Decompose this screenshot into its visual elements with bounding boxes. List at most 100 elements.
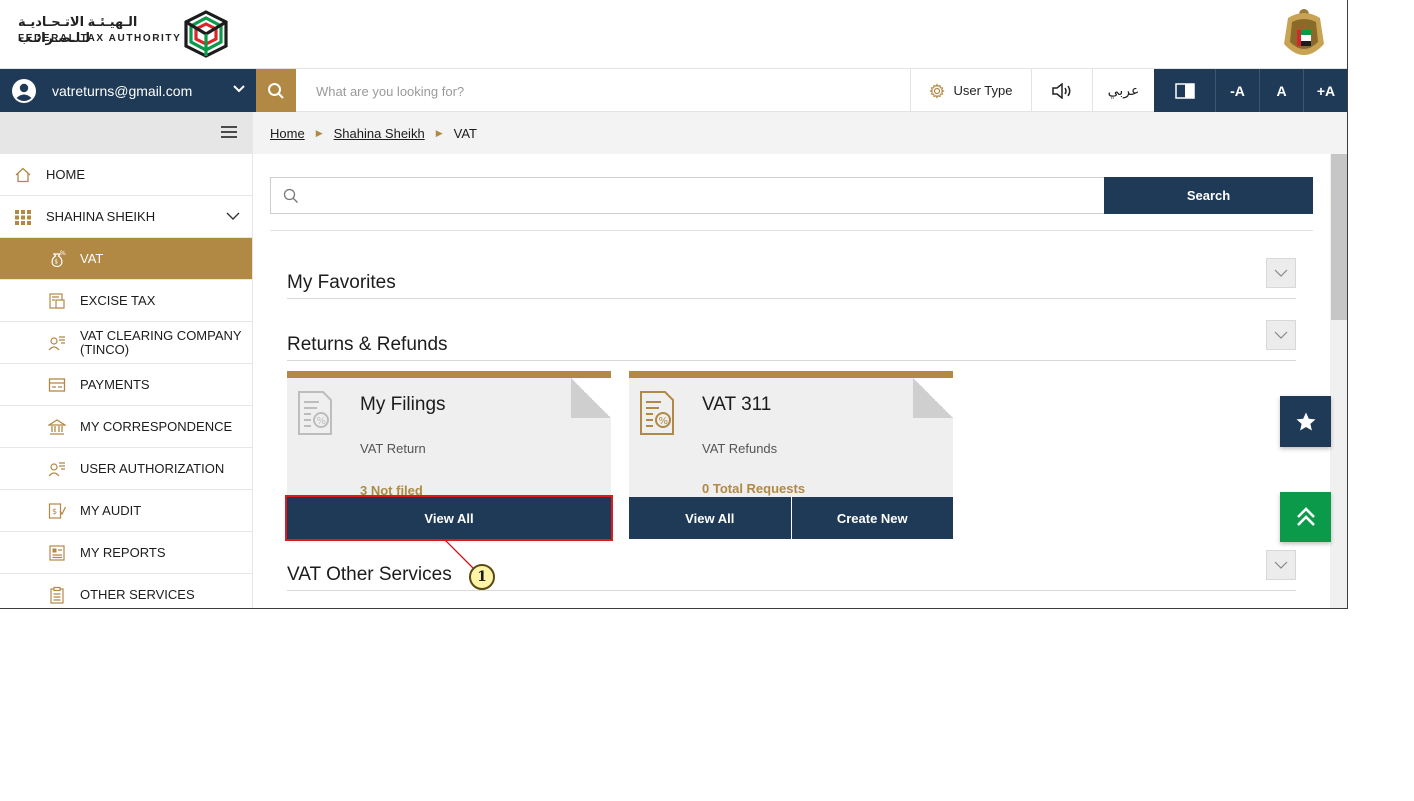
scrollbar-thumb[interactable] [1331,154,1347,320]
main-content: Search My Favorites Returns & Refunds % … [253,154,1330,608]
section-expand-button[interactable] [1266,258,1296,288]
font-normal-button[interactable]: A [1259,69,1303,112]
sidebar-item-label: SHAHINA SHEIKH [46,209,156,224]
user-avatar-icon [12,78,36,103]
sidebar-item-label: HOME [46,167,85,182]
breadcrumb-separator-icon: ▶ [315,127,323,138]
sidebar-item-label: MY AUDIT [80,502,142,518]
create-new-refund-button[interactable]: Create New [790,497,953,539]
svg-text:%: % [60,250,66,257]
card-status[interactable]: 0 Total Requests [702,481,805,496]
breadcrumb-current: VAT [453,125,477,141]
document-percent-icon: % [298,391,332,435]
grid-icon [15,210,31,225]
sidebar-item-my-correspondence[interactable]: MY CORRESPONDENCE [0,406,252,448]
search-icon [283,188,298,203]
card-title: My Filings [360,394,446,415]
sidebar-item-excise-tax[interactable]: EXCISE TAX [0,280,252,322]
view-all-filings-button[interactable]: View All [285,495,613,541]
search-button[interactable] [256,69,296,112]
sidebar-item-user-authorization[interactable]: USER AUTHORIZATION [0,448,252,490]
home-icon [15,167,31,183]
sidebar-item-label: MY REPORTS [80,544,166,560]
scroll-to-top-button[interactable] [1280,492,1331,542]
sidebar-collapse-toggle[interactable] [0,112,252,154]
chevron-down-icon [1274,331,1288,339]
sidebar: HOME SHAHINA SHEIKH $% VAT EXCISE TAX VA… [0,112,253,608]
svg-text:%: % [317,416,327,427]
language-toggle[interactable]: عربي [1092,69,1154,112]
card-status[interactable]: 3 Not filed [360,483,423,498]
excise-icon [49,293,65,309]
card-icon [48,378,66,392]
sidebar-item-vat[interactable]: $% VAT [0,238,252,280]
chevron-down-icon [226,212,240,220]
fta-logo-icon[interactable] [180,8,232,60]
section-collapse-button[interactable] [1266,320,1296,350]
global-search-input[interactable] [306,80,896,102]
step-callout-badge: 1 [469,564,495,590]
sidebar-item-vat-clearing-company[interactable]: VAT CLEARING COMPANY (TINCO) [0,322,252,364]
uae-emblem-icon [1284,9,1324,55]
sidebar-item-shahina-sheikh[interactable]: SHAHINA SHEIKH [0,196,252,238]
user-type-label: User Type [953,83,1013,98]
sidebar-item-label: VAT [80,250,104,266]
sidebar-item-label: VAT CLEARING COMPANY (TINCO) [80,327,242,357]
my-filings-card: % My Filings VAT Return 3 Not filed View… [285,371,613,541]
money-bag-icon: $% [51,250,66,268]
bank-icon [48,419,66,435]
sidebar-item-label: USER AUTHORIZATION [80,460,225,476]
breadcrumb-separator-icon: ▶ [435,127,443,138]
account-dropdown[interactable]: vatreturns@gmail.com [0,69,256,112]
section-my-favorites: My Favorites [287,258,1296,299]
breadcrumb-home-link[interactable]: Home [270,126,305,141]
users-list-icon [48,462,65,477]
breadcrumb-profile-link[interactable]: Shahina Sheikh [334,126,425,141]
contrast-toggle[interactable] [1154,69,1215,112]
sidebar-item-home[interactable]: HOME [0,154,252,196]
card-subtitle: VAT Return [360,441,426,456]
font-increase-button[interactable]: +A [1303,69,1347,112]
sidebar-item-label: PAYMENTS [80,376,150,392]
floating-favorites-button[interactable] [1280,396,1331,447]
sidebar-item-payments[interactable]: PAYMENTS [0,364,252,406]
chevron-down-icon [233,85,245,93]
sidebar-item-label: MY CORRESPONDENCE [80,418,233,434]
svg-text:%: % [659,416,669,427]
section-returns-refunds: Returns & Refunds [287,320,1296,361]
hamburger-menu-icon [221,126,237,138]
svg-text:$: $ [52,507,57,516]
account-email: vatreturns@gmail.com [52,82,193,99]
service-search-input[interactable] [311,184,1091,208]
card-subtitle: VAT Refunds [702,441,778,456]
view-all-refunds-button[interactable]: View All [629,497,791,539]
clipboard-icon [50,586,64,604]
breadcrumb: Home ▶ Shahina Sheikh ▶ VAT [253,112,1347,154]
user-type-button[interactable]: User Type [910,69,1031,112]
font-decrease-button[interactable]: -A [1215,69,1259,112]
card-actions: View All Create New [629,497,953,539]
sidebar-item-other-services[interactable]: OTHER SERVICES [0,574,252,608]
sidebar-item-my-audit[interactable]: $ MY AUDIT [0,490,252,532]
card-title: VAT 311 [702,394,772,415]
text-to-speech-button[interactable] [1031,69,1092,112]
star-outline-icon[interactable] [589,380,607,398]
service-search-button[interactable]: Search [1104,177,1313,214]
section-expand-button[interactable] [1266,550,1296,580]
star-outline-icon[interactable] [931,380,949,398]
header: الـهيـئـة الاتـحـاديـة لـلـضـرائـب FEDER… [0,0,1347,68]
section-title: My Favorites [287,272,396,293]
gear-icon [929,82,946,99]
section-vat-other-services: VAT Other Services [287,550,1296,591]
app-window: الـهيـئـة الاتـحـاديـة لـلـضـرائـب FEDER… [0,0,1348,609]
logo-english-text: FEDERAL TAX AUTHORITY [18,33,182,44]
section-title: Returns & Refunds [287,334,448,355]
divider [270,230,1313,231]
sidebar-item-my-reports[interactable]: MY REPORTS [0,532,252,574]
star-icon [1296,412,1315,430]
service-search-bar: Search [270,177,1313,214]
sidebar-item-label: OTHER SERVICES [80,586,195,602]
sidebar-item-label: EXCISE TAX [80,292,156,308]
top-toolbar: vatreturns@gmail.com User Type عربي -A A… [0,68,1347,112]
card-actions: View All [285,495,613,541]
